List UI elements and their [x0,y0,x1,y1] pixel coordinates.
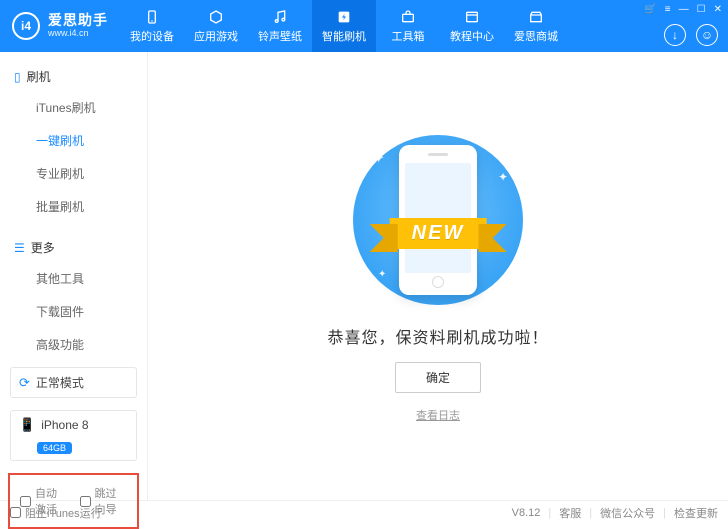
sidebar-item-advanced[interactable]: 高级功能 [36,328,147,361]
section-title: 更多 [31,239,55,256]
sidebar-item-itunes-flash[interactable]: iTunes刷机 [36,91,147,124]
new-ribbon: NEW [390,218,487,249]
nav-label: 铃声壁纸 [258,28,302,44]
support-link[interactable]: 客服 [559,505,581,521]
brand-name: 爱思助手 [48,13,108,28]
window-controls: 🛒 ≡ ― ☐ ✕ [644,4,722,15]
download-button[interactable]: ↓ [664,24,686,46]
checkbox-label: 阻止iTunes运行 [25,505,102,521]
version-label: V8.12 [512,507,541,519]
maximize-icon[interactable]: ☐ [697,4,706,15]
ok-button[interactable]: 确定 [395,362,481,393]
view-log-link[interactable]: 查看日志 [416,407,460,423]
sidebar-section-more: ☰ 更多 [0,233,147,262]
nav-label: 爱思商城 [514,28,558,44]
menu-icon[interactable]: ≡ [665,4,671,15]
section-title: 刷机 [27,68,51,85]
ribbon-text: NEW [390,218,487,249]
flash-icon [335,8,353,26]
device-capacity-badge: 64GB [37,442,72,454]
refresh-icon: ⟳ [19,375,30,391]
minimize-icon[interactable]: ― [679,4,689,15]
nav-store[interactable]: 爱思商城 [504,0,568,52]
sidebar-item-download-firmware[interactable]: 下载固件 [36,295,147,328]
phone-icon [143,8,161,26]
device-info-box[interactable]: 📱 iPhone 8 64GB [10,410,137,461]
block-itunes-checkbox[interactable]: 阻止iTunes运行 [10,505,102,521]
success-illustration: ✦ ✦ ✦ NEW [338,130,538,310]
nav-toolbox[interactable]: 工具箱 [376,0,440,52]
device-phone-icon: 📱 [19,417,35,433]
flash-options-highlighted: 自动激活 跳过向导 [8,473,139,529]
sidebar-item-batch-flash[interactable]: 批量刷机 [36,190,147,223]
sidebar-item-other-tools[interactable]: 其他工具 [36,262,147,295]
nav-label: 我的设备 [130,28,174,44]
mode-label: 正常模式 [36,374,84,391]
toolbox-icon [399,8,417,26]
nav-ringtones[interactable]: 铃声壁纸 [248,0,312,52]
sparkle-icon: ✦ [498,170,508,184]
cart-icon[interactable]: 🛒 [644,4,656,15]
success-message: 恭喜您，保资料刷机成功啦！ [327,324,548,348]
phone-outline-icon: ▯ [14,70,21,84]
logo-badge-icon: i4 [12,12,40,40]
nav-label: 应用游戏 [194,28,238,44]
more-icon: ☰ [14,241,25,255]
sidebar-item-one-click-flash[interactable]: 一键刷机 [36,124,147,157]
sidebar: ▯ 刷机 iTunes刷机 一键刷机 专业刷机 批量刷机 ☰ 更多 其他工具 下… [0,52,148,500]
sparkle-icon: ✦ [372,148,385,168]
sidebar-item-pro-flash[interactable]: 专业刷机 [36,157,147,190]
device-mode-box[interactable]: ⟳ 正常模式 [10,367,137,398]
sparkle-icon: ✦ [378,269,386,280]
main-content: ✦ ✦ ✦ NEW 恭喜您，保资料刷机成功啦！ 确定 查看日志 [148,52,728,500]
music-icon [271,8,289,26]
nav-label: 智能刷机 [322,28,366,44]
top-nav: 我的设备 应用游戏 铃声壁纸 智能刷机 工具箱 教程中心 爱思商城 [120,0,568,52]
logo: i4 爱思助手 www.i4.cn [0,12,120,40]
brand-url: www.i4.cn [48,29,108,39]
apps-icon [207,8,225,26]
account-button[interactable]: ☺ [696,24,718,46]
wechat-link[interactable]: 微信公众号 [600,505,655,521]
close-icon[interactable]: ✕ [714,4,722,15]
nav-smart-flash[interactable]: 智能刷机 [312,0,376,52]
nav-tutorials[interactable]: 教程中心 [440,0,504,52]
check-update-link[interactable]: 检查更新 [674,505,718,521]
app-header: i4 爱思助手 www.i4.cn 我的设备 应用游戏 铃声壁纸 智能刷机 工具… [0,0,728,52]
nav-apps[interactable]: 应用游戏 [184,0,248,52]
store-icon [527,8,545,26]
nav-label: 工具箱 [392,28,425,44]
book-icon [463,8,481,26]
device-name: iPhone 8 [41,418,88,432]
sidebar-section-flash: ▯ 刷机 [0,62,147,91]
nav-label: 教程中心 [450,28,494,44]
nav-my-device[interactable]: 我的设备 [120,0,184,52]
